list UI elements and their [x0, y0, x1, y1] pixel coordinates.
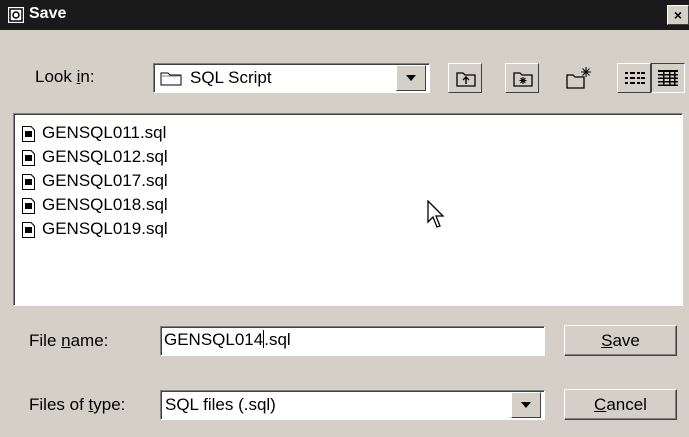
sql-file-icon [22, 222, 35, 238]
chevron-down-icon [521, 402, 531, 408]
file-type-label: Files of type: [29, 395, 126, 414]
desktop-home-icon [513, 72, 533, 87]
file-type-value: SQL files (.sql) [165, 395, 276, 414]
look-in-dropdown[interactable]: SQL Script [153, 63, 430, 93]
cancel-button[interactable]: Cancel [564, 389, 677, 420]
save-button[interactable]: Save [564, 325, 677, 356]
up-one-level-button[interactable] [448, 63, 482, 93]
file-name: GENSQL019.sql [42, 219, 168, 238]
file-name: GENSQL012.sql [42, 147, 168, 166]
up-one-level-icon [456, 72, 476, 87]
sql-file-icon [22, 198, 35, 214]
window-title: Save [29, 5, 67, 22]
file-name: GENSQL018.sql [42, 195, 168, 214]
close-button[interactable]: × [667, 5, 689, 25]
file-type-dropdown[interactable]: SQL files (.sql) [160, 390, 545, 420]
folder-icon [160, 72, 182, 86]
sql-file-icon [22, 150, 35, 166]
details-view-icon [658, 70, 678, 86]
file-name-label: File name: [29, 331, 109, 350]
sql-file-icon [22, 126, 35, 142]
new-folder-button[interactable] [561, 63, 595, 93]
app-icon [8, 7, 24, 23]
sql-file-icon [22, 174, 35, 190]
list-view-icon [625, 72, 645, 84]
look-in-value: SQL Script [190, 68, 272, 87]
details-view-button[interactable] [651, 63, 685, 93]
file-name-input[interactable]: GENSQL014.sql [160, 326, 545, 356]
chevron-down-icon [406, 75, 416, 81]
desktop-button[interactable] [505, 63, 539, 93]
file-type-dropdown-button[interactable] [511, 392, 541, 418]
new-folder-icon [566, 67, 591, 89]
look-in-label: Look in: [35, 67, 95, 86]
look-in-dropdown-button[interactable] [396, 65, 426, 91]
list-view-button[interactable] [617, 63, 651, 93]
title-bar[interactable]: Save × [0, 0, 689, 30]
file-list[interactable]: GENSQL011.sql GENSQL012.sql GENSQL017.sq… [13, 113, 683, 306]
mouse-pointer-icon [427, 200, 445, 228]
file-name: GENSQL011.sql [42, 123, 167, 142]
file-name: GENSQL017.sql [42, 171, 168, 190]
